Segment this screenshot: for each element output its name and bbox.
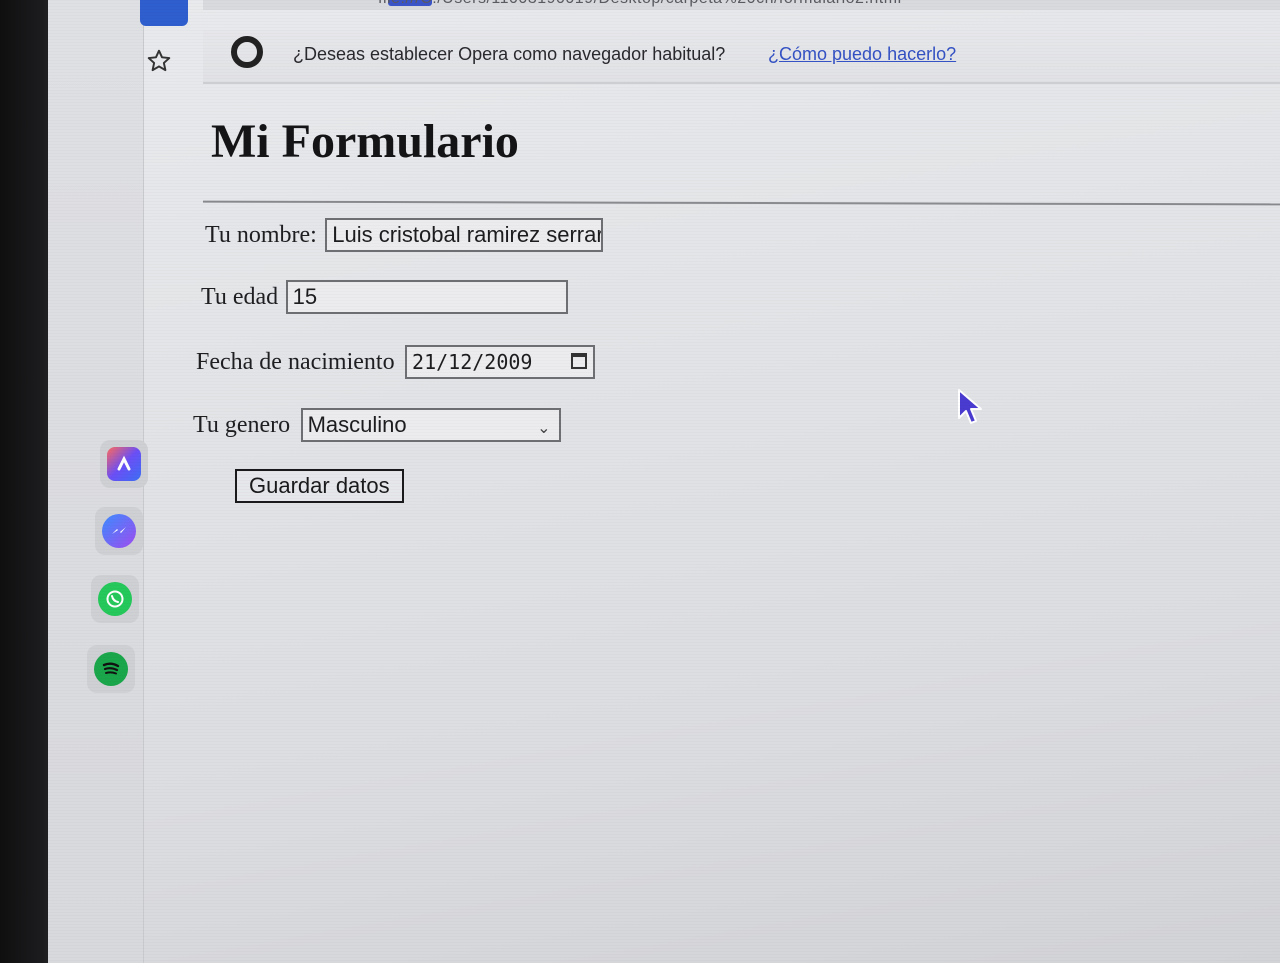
spotify-icon [94,652,128,686]
default-browser-infobar: ¿Deseas establecer Opera como navegador … [203,30,1280,84]
age-input[interactable]: 15 [285,280,568,314]
star-icon[interactable] [146,48,172,74]
title-divider [202,200,1280,206]
age-row: Tu edad 15 [201,280,568,314]
sidebar-app-whatsapp[interactable] [91,575,139,623]
mouse-pointer-icon [958,389,982,424]
browser-window: file:///C:/Users/11003190019/Desktop/car… [48,0,1280,963]
birthdate-value: 21/12/2009 [412,350,533,374]
messenger-icon [102,514,136,548]
name-row: Tu nombre: Luis cristobal ramirez serrar [205,218,604,252]
gender-label: Tu genero [193,411,291,438]
sidebar-app-spotify[interactable] [87,645,135,693]
gender-select[interactable]: Masculino ⌄ [300,408,561,442]
aria-icon [107,447,141,481]
opera-sidebar [48,0,188,963]
opera-logo-icon [231,36,263,68]
whatsapp-icon [98,582,132,616]
address-bar-url[interactable]: file:///C:/Users/11003190019/Desktop/car… [378,0,902,8]
birthdate-label: Fecha de nacimiento [196,348,395,375]
gender-selected-value: Masculino [307,412,407,437]
birthdate-row: Fecha de nacimiento 21/12/2009 [196,345,596,379]
photo-of-monitor: file:///C:/Users/11003190019/Desktop/car… [0,0,1280,963]
sidebar-app-messenger[interactable] [95,507,143,555]
sidebar-app-aria[interactable] [100,440,148,488]
gender-row: Tu genero Masculino ⌄ [193,408,561,442]
name-input[interactable]: Luis cristobal ramirez serrar [325,218,604,252]
infobar-how-link[interactable]: ¿Cómo puedo hacerlo? [768,44,956,65]
infobar-message: ¿Deseas establecer Opera como navegador … [293,44,726,64]
sidebar-top-button[interactable] [140,0,188,26]
age-label: Tu edad [201,283,279,310]
calendar-icon[interactable] [571,353,588,369]
save-data-button[interactable]: Guardar datos [235,469,404,503]
page-title: Mi Formulario [211,115,519,168]
chevron-down-icon: ⌄ [537,420,551,437]
birthdate-input[interactable]: 21/12/2009 [405,345,596,379]
name-label: Tu nombre: [205,221,317,248]
page-content: Mi Formulario Tu nombre: Luis cristobal … [193,84,1280,963]
